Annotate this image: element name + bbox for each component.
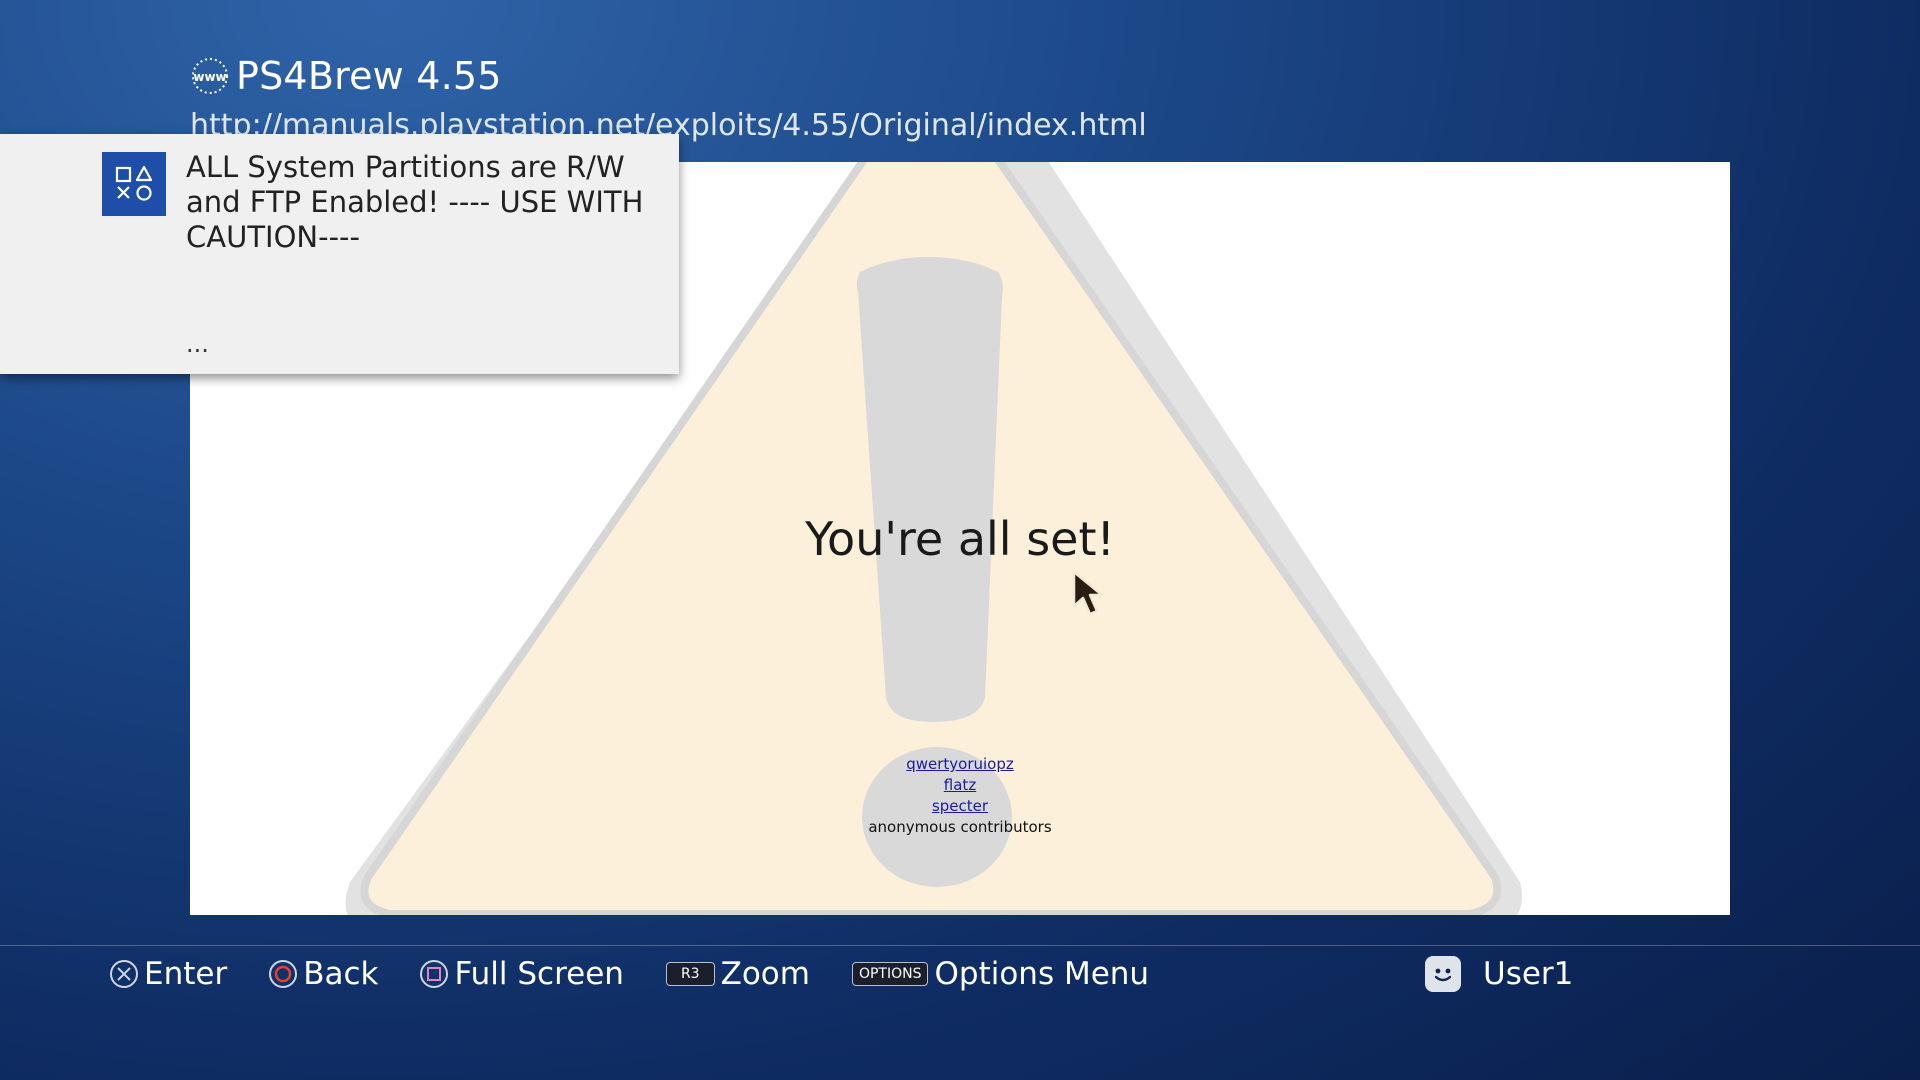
hint-enter[interactable]: Enter bbox=[110, 956, 227, 992]
hint-zoom[interactable]: R3 Zoom bbox=[665, 956, 810, 992]
user-indicator[interactable]: User1 bbox=[1425, 950, 1573, 998]
credits-list: qwertyoruiopz flatz specter anonymous co… bbox=[190, 754, 1730, 838]
button-hint-bar: Enter Back Full Screen R3 Zoom OPTIONS O… bbox=[110, 950, 1191, 998]
hint-back-label: Back bbox=[303, 956, 379, 992]
bottom-divider bbox=[0, 945, 1920, 946]
title-row: www PS4Brew 4.55 bbox=[190, 52, 1490, 100]
r3-button-icon: R3 bbox=[665, 962, 715, 986]
notification-popup[interactable]: ALL System Partitions are R/W and FTP En… bbox=[0, 134, 679, 374]
notification-message: ALL System Partitions are R/W and FTP En… bbox=[186, 150, 644, 254]
credit-link-qwertyoruiopz[interactable]: qwertyoruiopz bbox=[190, 754, 1730, 775]
hint-zoom-label: Zoom bbox=[720, 956, 810, 992]
hint-options-menu-label: Options Menu bbox=[934, 956, 1150, 992]
credit-link-specter[interactable]: specter bbox=[190, 796, 1730, 817]
hint-options-menu[interactable]: OPTIONS Options Menu bbox=[851, 956, 1150, 992]
hint-back[interactable]: Back bbox=[269, 956, 378, 992]
notification-ellipsis: ... bbox=[186, 330, 209, 358]
www-icon: www bbox=[190, 56, 230, 96]
svg-text:www: www bbox=[193, 70, 226, 84]
hint-full-screen-label: Full Screen bbox=[454, 956, 624, 992]
circle-button-icon bbox=[269, 960, 298, 988]
user-name: User1 bbox=[1483, 956, 1574, 992]
square-button-icon bbox=[420, 960, 449, 988]
credit-anonymous: anonymous contributors bbox=[868, 818, 1052, 836]
hint-enter-label: Enter bbox=[144, 956, 228, 992]
options-button-icon: OPTIONS bbox=[851, 962, 929, 986]
browser-header: www PS4Brew 4.55 http://manuals.playstat… bbox=[190, 52, 1490, 143]
all-set-heading: You're all set! bbox=[805, 512, 1115, 566]
credit-link-flatz[interactable]: flatz bbox=[190, 775, 1730, 796]
playstation-shapes-icon bbox=[102, 152, 166, 216]
pointer-cursor-icon bbox=[1072, 570, 1104, 616]
page-title: PS4Brew 4.55 bbox=[236, 54, 502, 98]
cross-button-icon bbox=[110, 960, 138, 988]
hint-full-screen[interactable]: Full Screen bbox=[420, 956, 624, 992]
user-avatar-icon bbox=[1425, 956, 1461, 992]
